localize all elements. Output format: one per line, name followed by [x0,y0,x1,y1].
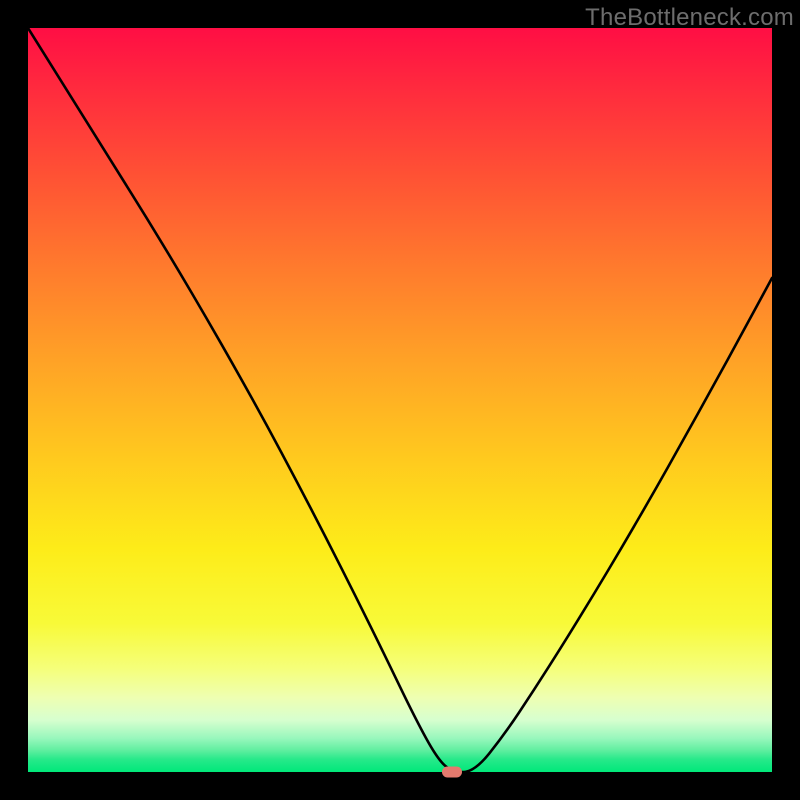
watermark-text: TheBottleneck.com [585,4,794,32]
minimum-marker [442,767,462,778]
gradient-bg [28,28,772,772]
chart-stage: TheBottleneck.com [0,0,800,800]
plot-area [28,28,772,772]
